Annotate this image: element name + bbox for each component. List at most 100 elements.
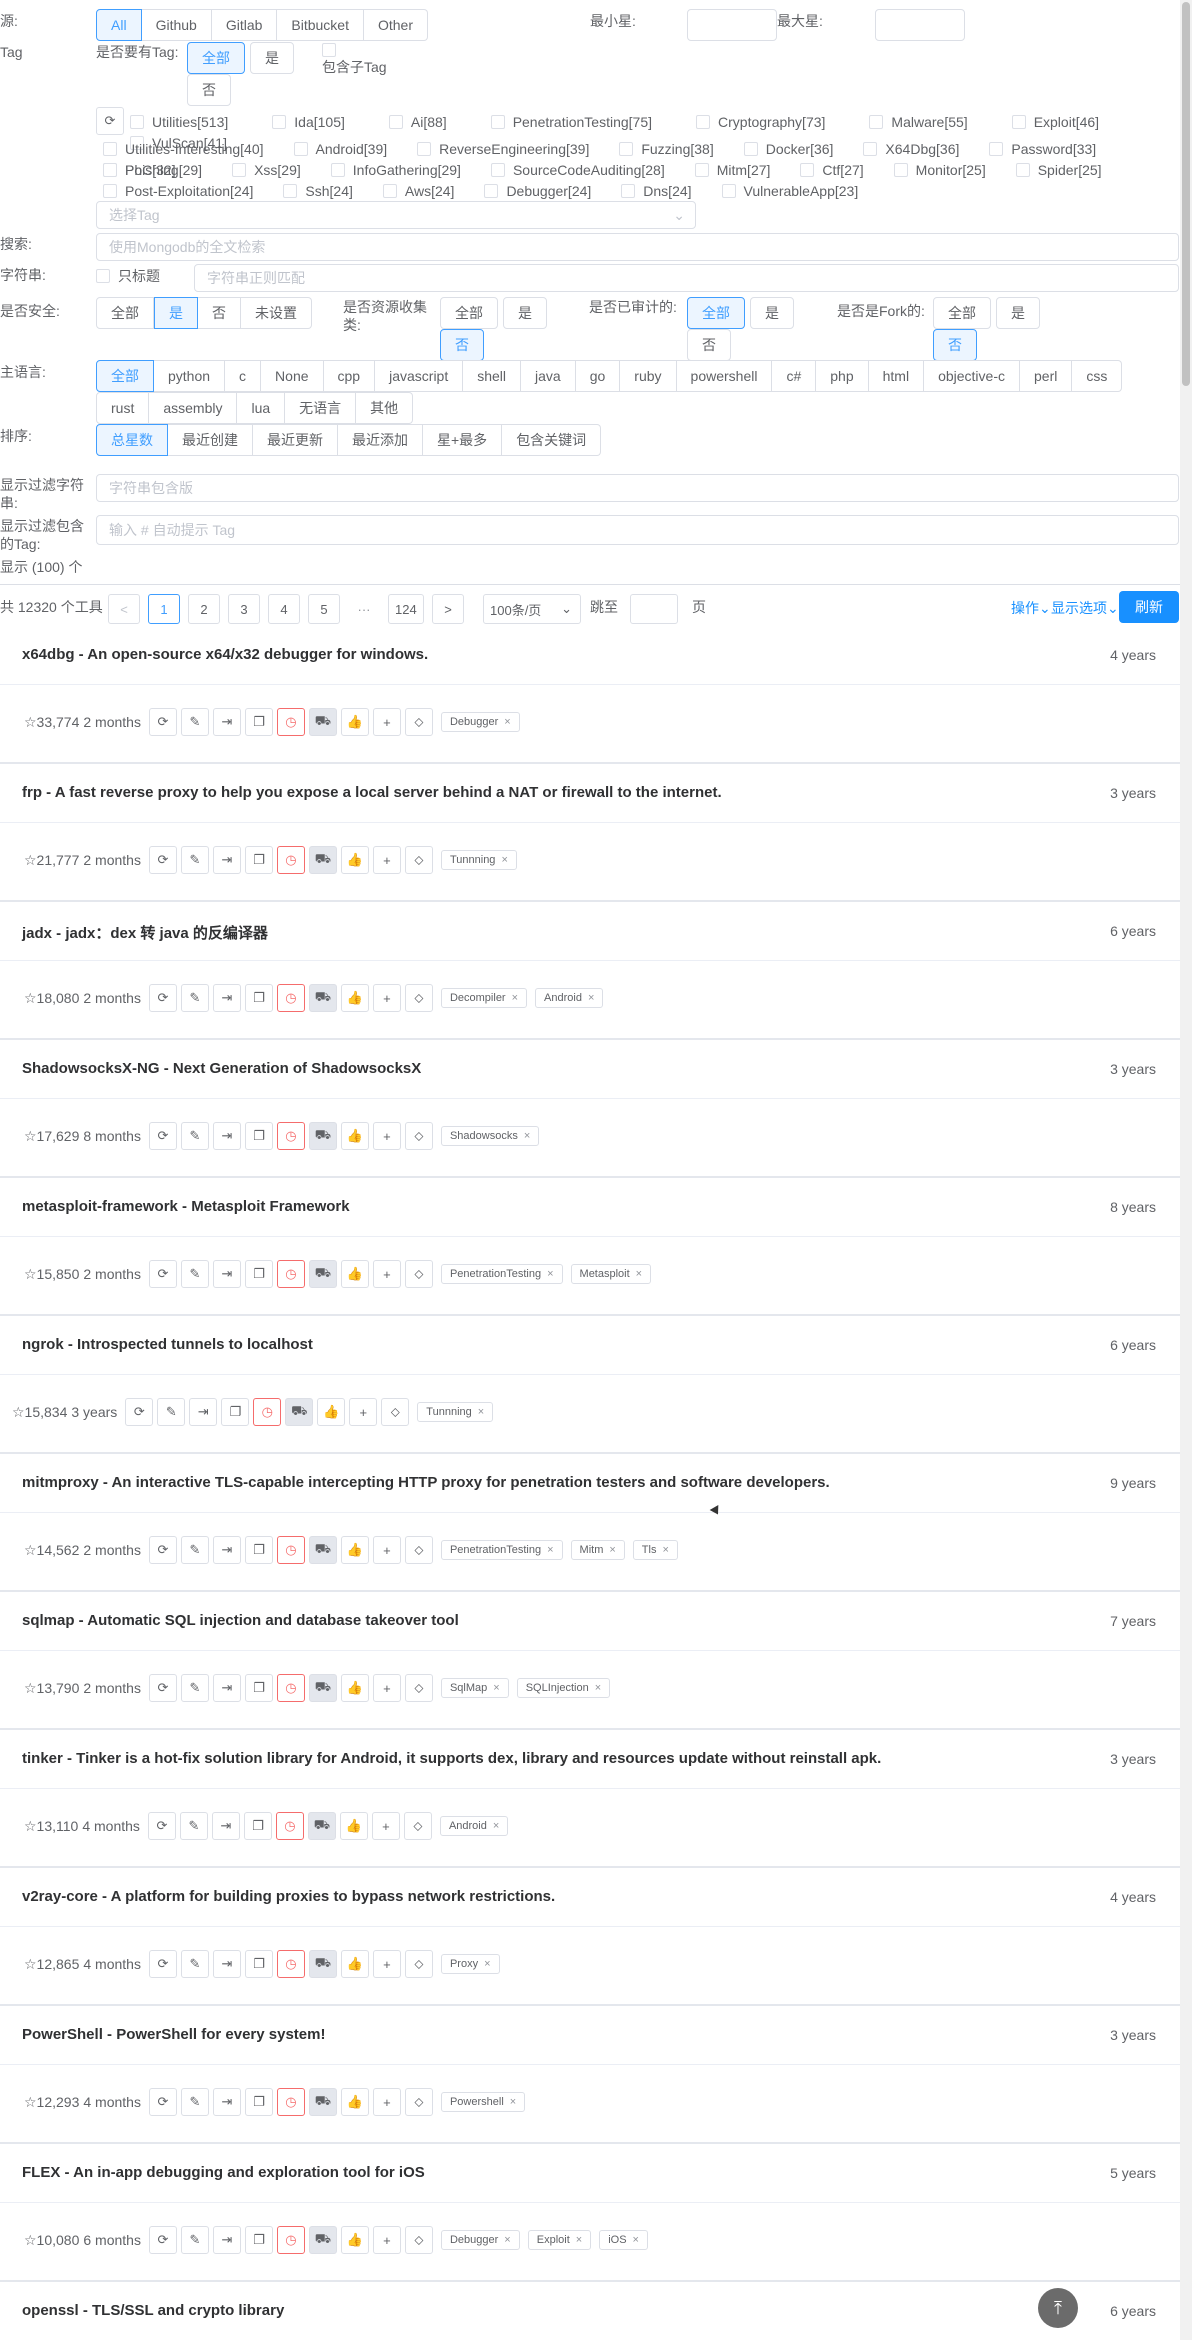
repo-title[interactable]: sqlmap - Automatic SQL injection and dat… bbox=[22, 1612, 459, 1629]
repo-tag[interactable]: PenetrationTesting × bbox=[440, 1540, 563, 1560]
repo-title[interactable]: FLEX - An in-app debugging and explorati… bbox=[22, 2164, 425, 2181]
refresh-button[interactable]: ⟳ bbox=[148, 846, 177, 874]
cart-button[interactable]: ⛟ bbox=[308, 1260, 337, 1288]
repo-tag[interactable]: Android × bbox=[439, 1816, 509, 1836]
repo-tag[interactable]: Decompiler × bbox=[440, 988, 528, 1008]
like-button[interactable]: 👍 bbox=[317, 1398, 346, 1426]
jump-button[interactable]: ⇥ bbox=[212, 984, 241, 1012]
lang-option-button[interactable]: None bbox=[261, 360, 324, 392]
refresh-button[interactable]: ⟳ bbox=[147, 1812, 176, 1840]
cart-button[interactable]: ⛟ bbox=[308, 708, 337, 736]
audit-button[interactable]: ◷ bbox=[276, 846, 305, 874]
repo-tag[interactable]: Mitm × bbox=[570, 1540, 625, 1560]
add-button[interactable]: + bbox=[372, 2226, 401, 2254]
tag-filter-checkbox[interactable]: Ida[105] bbox=[272, 111, 345, 132]
refresh-button[interactable]: ⟳ bbox=[148, 1260, 177, 1288]
close-icon[interactable]: × bbox=[493, 1820, 499, 1832]
close-icon[interactable]: × bbox=[576, 2234, 582, 2246]
jump-button[interactable]: ⇥ bbox=[212, 1536, 241, 1564]
lang-option-button[interactable]: 全部 bbox=[96, 360, 154, 392]
page-4-button[interactable]: 4 bbox=[268, 594, 300, 624]
copy-button[interactable]: ❐ bbox=[244, 2226, 273, 2254]
regex-input[interactable]: 字符串正则匹配 bbox=[194, 264, 1179, 292]
close-icon[interactable]: × bbox=[524, 1130, 530, 1142]
close-icon[interactable]: × bbox=[547, 1544, 553, 1556]
safe-option-button[interactable]: 全部 bbox=[96, 297, 154, 329]
repo-tag[interactable]: Tunnning × bbox=[417, 1402, 494, 1422]
add-button[interactable]: + bbox=[372, 1122, 401, 1150]
search-input[interactable]: 使用Mongodb的全文检索 bbox=[96, 233, 1179, 261]
sort-option-button[interactable]: 最近添加 bbox=[338, 424, 423, 456]
close-icon[interactable]: × bbox=[484, 1958, 490, 1970]
fork-no-button[interactable]: 否 bbox=[933, 329, 977, 361]
repo-tag[interactable]: Shadowsocks × bbox=[440, 1126, 540, 1146]
tag-filter-checkbox[interactable]: Exploit[46] bbox=[1011, 111, 1099, 132]
page-ellipsis[interactable]: ··· bbox=[348, 594, 380, 624]
lang-option-button[interactable]: 其他 bbox=[356, 392, 414, 424]
page-2-button[interactable]: 2 bbox=[188, 594, 220, 624]
add-button[interactable]: + bbox=[372, 1260, 401, 1288]
repo-title[interactable]: PowerShell - PowerShell for every system… bbox=[22, 2026, 325, 2043]
cart-button[interactable]: ⛟ bbox=[307, 1812, 336, 1840]
collect-no-button[interactable]: 否 bbox=[440, 329, 484, 361]
cart-button[interactable]: ⛟ bbox=[308, 846, 337, 874]
lang-option-button[interactable]: objective-c bbox=[924, 360, 1020, 392]
refresh-button[interactable]: ⟳ bbox=[125, 1398, 154, 1426]
fork-yes-button[interactable]: 是 bbox=[996, 297, 1040, 329]
tag-filter-checkbox[interactable]: Malware[55] bbox=[869, 111, 968, 132]
safe-option-button[interactable]: 否 bbox=[198, 297, 241, 329]
refresh-button[interactable]: ⟳ bbox=[148, 708, 177, 736]
edit-button[interactable]: ✎ bbox=[180, 1536, 209, 1564]
sort-option-button[interactable]: 总星数 bbox=[96, 424, 168, 456]
repo-title[interactable]: openssl - TLS/SSL and crypto library bbox=[22, 2302, 284, 2319]
has-tag-all-button[interactable]: 全部 bbox=[187, 42, 245, 74]
repo-title[interactable]: mitmproxy - An interactive TLS-capable i… bbox=[22, 1474, 830, 1491]
tag-filter-checkbox[interactable]: VulnerableApp[23] bbox=[721, 180, 858, 201]
display-options-menu[interactable]: 显示选项⌄ bbox=[1051, 598, 1119, 618]
refresh-button[interactable]: ⟳ bbox=[148, 1950, 177, 1978]
audit-button[interactable]: ◷ bbox=[276, 2226, 305, 2254]
repo-tag[interactable]: Android × bbox=[535, 988, 604, 1008]
select-tag-dropdown[interactable]: 选择Tag ⌄ bbox=[96, 201, 696, 229]
edit-button[interactable]: ✎ bbox=[179, 1812, 208, 1840]
repo-tag[interactable]: Tls × bbox=[632, 1540, 678, 1560]
repo-tag[interactable]: SqlMap × bbox=[440, 1678, 509, 1698]
edit-button[interactable]: ✎ bbox=[180, 1950, 209, 1978]
refresh-button[interactable]: ⟳ bbox=[148, 2088, 177, 2116]
tag-filter-checkbox[interactable]: ReverseEngineering[39] bbox=[417, 138, 589, 159]
include-sub-checkbox[interactable]: 包含子Tag bbox=[322, 43, 392, 77]
refresh-button[interactable]: 刷新 bbox=[1119, 591, 1179, 623]
tag-refresh-button[interactable]: ⟳ bbox=[96, 107, 124, 135]
edit-button[interactable]: ✎ bbox=[180, 846, 209, 874]
cart-button[interactable]: ⛟ bbox=[285, 1398, 314, 1426]
like-button[interactable]: 👍 bbox=[340, 846, 369, 874]
copy-button[interactable]: ❐ bbox=[244, 846, 273, 874]
edit-button[interactable]: ✎ bbox=[180, 2088, 209, 2116]
repo-tag[interactable]: Debugger × bbox=[440, 2230, 520, 2250]
ops-menu[interactable]: 操作⌄ bbox=[1011, 598, 1051, 618]
copy-button[interactable]: ❐ bbox=[244, 708, 273, 736]
refresh-button[interactable]: ⟳ bbox=[148, 1122, 177, 1150]
audit-button[interactable]: ◷ bbox=[276, 708, 305, 736]
tag-filter-checkbox[interactable]: Utilities[513] bbox=[130, 111, 228, 132]
like-button[interactable]: 👍 bbox=[340, 1122, 369, 1150]
has-tag-yes-button[interactable]: 是 bbox=[250, 42, 294, 74]
next-page-button[interactable]: > bbox=[432, 594, 464, 624]
close-icon[interactable]: × bbox=[595, 1682, 601, 1694]
tag-filter-checkbox[interactable]: Ctf[27] bbox=[800, 159, 864, 180]
audit-button[interactable]: ◷ bbox=[276, 1536, 305, 1564]
lang-option-button[interactable]: powershell bbox=[676, 360, 773, 392]
like-button[interactable]: 👍 bbox=[340, 1260, 369, 1288]
tag-filter-checkbox[interactable]: X64Dbg[36] bbox=[863, 138, 959, 159]
show-tag-input[interactable]: 输入 # 自动提示 Tag bbox=[96, 515, 1179, 545]
edit-button[interactable]: ✎ bbox=[180, 708, 209, 736]
lang-option-button[interactable]: shell bbox=[463, 360, 522, 392]
tag-button[interactable]: ⬦ bbox=[404, 1674, 433, 1702]
like-button[interactable]: 👍 bbox=[340, 1536, 369, 1564]
close-icon[interactable]: × bbox=[493, 1682, 499, 1694]
audited-no-button[interactable]: 否 bbox=[687, 329, 731, 361]
like-button[interactable]: 👍 bbox=[340, 2088, 369, 2116]
back-to-top-button[interactable]: ⤒ bbox=[1038, 2288, 1078, 2328]
add-button[interactable]: + bbox=[372, 1674, 401, 1702]
page-5-button[interactable]: 5 bbox=[308, 594, 340, 624]
